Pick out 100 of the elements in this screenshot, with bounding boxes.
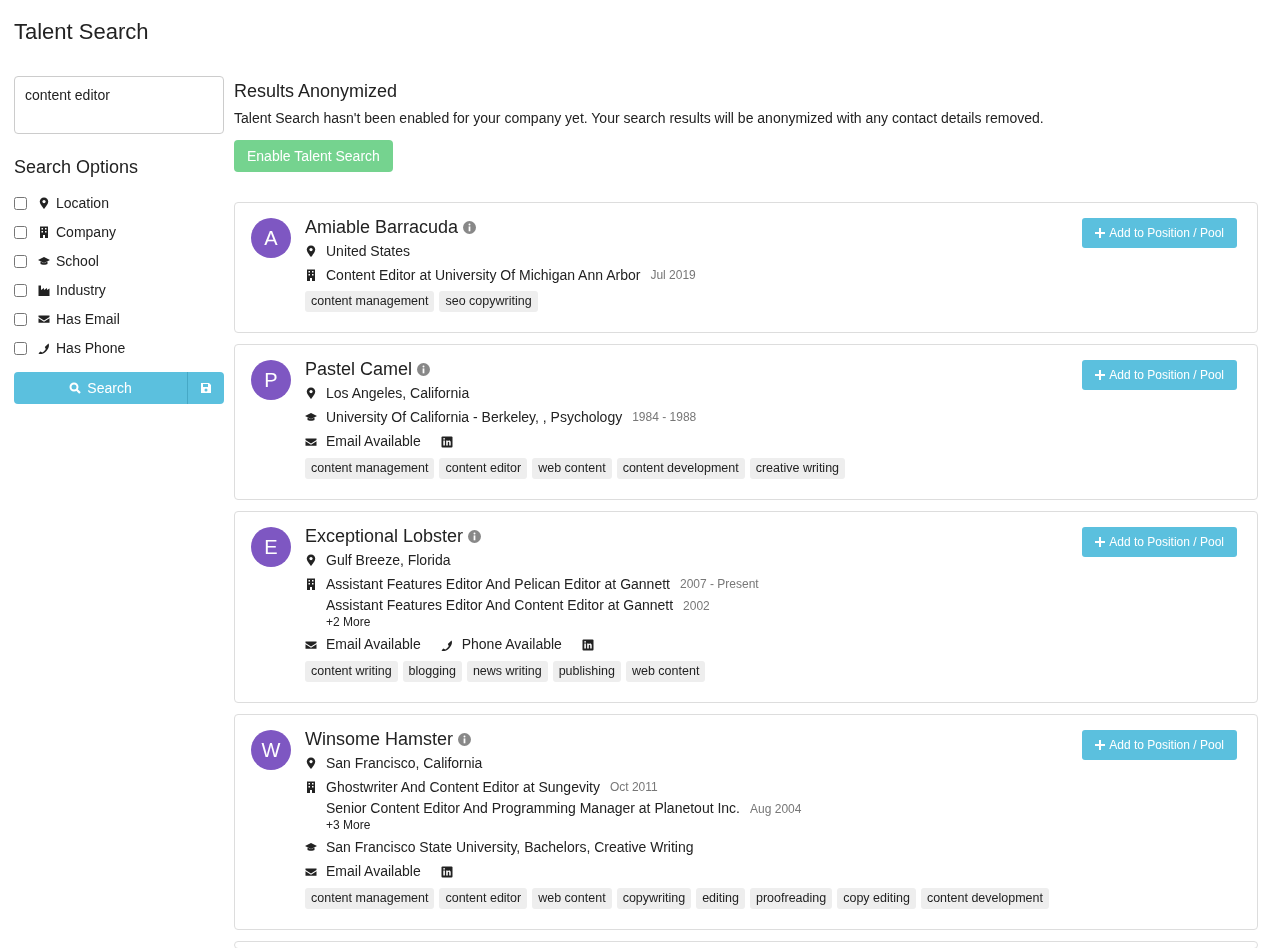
contact-label: Email Available [326, 635, 421, 654]
add-to-pool-button[interactable]: Add to Position / Pool [1082, 218, 1237, 248]
education-text: University Of California - Berkeley, , Psychology [326, 407, 623, 427]
date-range: Aug 2004 [750, 800, 802, 818]
section-heading: Search Options [14, 156, 139, 179]
location-pin-icon [305, 245, 317, 257]
more-link[interactable]: +2 More [326, 615, 371, 629]
avatar: P [251, 360, 291, 400]
factory-icon [38, 284, 50, 296]
plus-icon [1095, 228, 1106, 238]
search-icon [69, 382, 82, 394]
skill-tag: editing [696, 888, 745, 909]
skill-tag: creative writing [749, 458, 846, 479]
notice-title: Results Anonymized [234, 80, 398, 103]
linkedin-icon [440, 435, 453, 448]
linkedin-icon [440, 865, 453, 878]
skill-tag: content development [920, 888, 1049, 909]
job-title: Senior Content Editor And Programming Manager at Planetout Inc. [326, 799, 740, 818]
skill-tag: content editor [439, 458, 528, 479]
option-label: Industry [56, 280, 106, 300]
location-text: San Francisco, California [326, 753, 483, 773]
info-icon[interactable] [468, 529, 482, 543]
candidate-name: Exceptional Lobster [305, 524, 464, 548]
skill-tag: publishing [552, 661, 621, 682]
add-to-pool-button[interactable]: Add to Position / Pool [1082, 360, 1237, 390]
checkbox[interactable] [14, 312, 27, 326]
phone-icon [440, 638, 453, 651]
skill-tag: copy editing [837, 888, 916, 909]
checkbox[interactable] [14, 254, 27, 268]
date-range: Jul 2019 [650, 267, 696, 284]
skill-tag: seo copywriting [439, 291, 538, 312]
date-range: 2007 - Present [679, 576, 759, 593]
save-icon [200, 382, 212, 394]
skill-tag: blogging [402, 661, 462, 682]
skill-tag: content writing [305, 661, 398, 682]
add-to-pool-button[interactable]: Add to Position / Pool [1082, 730, 1237, 760]
contact-label: Email Available [326, 432, 421, 451]
building-icon [305, 781, 317, 793]
page-title: Talent Search [14, 18, 149, 46]
location-pin-icon [38, 197, 50, 209]
avatar: A [251, 218, 291, 258]
location-pin-icon [305, 757, 317, 769]
skill-tag: news writing [466, 661, 548, 682]
option-label: Has Email [56, 309, 120, 329]
info-icon[interactable] [458, 732, 472, 746]
checkbox[interactable] [14, 225, 27, 239]
education-text: San Francisco State University, Bachelors, Creative Writing [326, 837, 694, 857]
skill-tag: content management [305, 888, 435, 909]
option-label: School [56, 251, 99, 271]
envelope-icon [38, 313, 50, 325]
building-icon [305, 269, 317, 281]
skill-tag: web content [625, 661, 706, 682]
job-title: Assistant Features Editor And Content Editor at Gannett [326, 596, 674, 615]
skill-tag: content management [305, 458, 435, 479]
skill-tag: web content [532, 888, 612, 909]
add-to-pool-button[interactable]: Add to Position / Pool [1082, 527, 1237, 557]
avatar: W [251, 730, 291, 770]
plus-icon [1095, 370, 1106, 380]
skill-tag: proofreading [750, 888, 833, 909]
skill-tag: web content [532, 458, 612, 479]
phone-icon [38, 342, 50, 354]
more-link[interactable]: +3 More [326, 818, 371, 832]
skill-tag: content development [616, 458, 745, 479]
plus-icon [1095, 537, 1106, 547]
contact-label: Phone Available [461, 635, 562, 654]
checkbox[interactable] [14, 283, 27, 297]
option-label: Company [56, 222, 116, 242]
notice-text: Talent Search hasn't been enabled for your company yet. Your search results will be anonymized with any contact details removed. [234, 109, 1045, 128]
avatar: E [251, 527, 291, 567]
location-pin-icon [305, 387, 317, 399]
date-range: Oct 2011 [609, 779, 658, 796]
location-text: Los Angeles, California [326, 383, 470, 403]
building-icon [38, 226, 50, 238]
contact-label: Email Available [326, 862, 421, 881]
graduation-cap-icon [305, 841, 317, 853]
skill-tag: content editor [439, 888, 528, 909]
checkbox[interactable] [14, 341, 27, 355]
skill-tag: content management [305, 291, 435, 312]
location-text: Gulf Breeze, Florida [326, 550, 451, 570]
graduation-cap-icon [305, 411, 317, 423]
enable-button[interactable]: Enable Talent Search [234, 140, 393, 172]
search-field[interactable]: content editor [14, 76, 224, 134]
location-text: United States [326, 241, 411, 261]
graduation-cap-icon [38, 255, 50, 267]
location-pin-icon [305, 554, 317, 566]
info-icon[interactable] [463, 220, 477, 234]
checkbox[interactable] [14, 196, 27, 210]
candidate-name: Amiable Barracuda [305, 215, 459, 239]
info-icon[interactable] [417, 362, 431, 376]
option-label: Location [56, 193, 109, 213]
building-icon [305, 578, 317, 590]
job-title: Ghostwriter And Content Editor at Sungevity [326, 777, 600, 797]
skill-tag: copywriting [616, 888, 692, 909]
date-range: 2002 [683, 597, 710, 615]
candidate-name: Pastel Camel [305, 357, 413, 381]
option-label: Has Phone [56, 338, 126, 358]
job-title: Assistant Features Editor And Pelican Editor at Gannett [326, 574, 670, 594]
search-button[interactable]: Search [14, 372, 188, 404]
plus-icon [1095, 740, 1106, 750]
candidate-name: Winsome Hamster [305, 727, 454, 751]
